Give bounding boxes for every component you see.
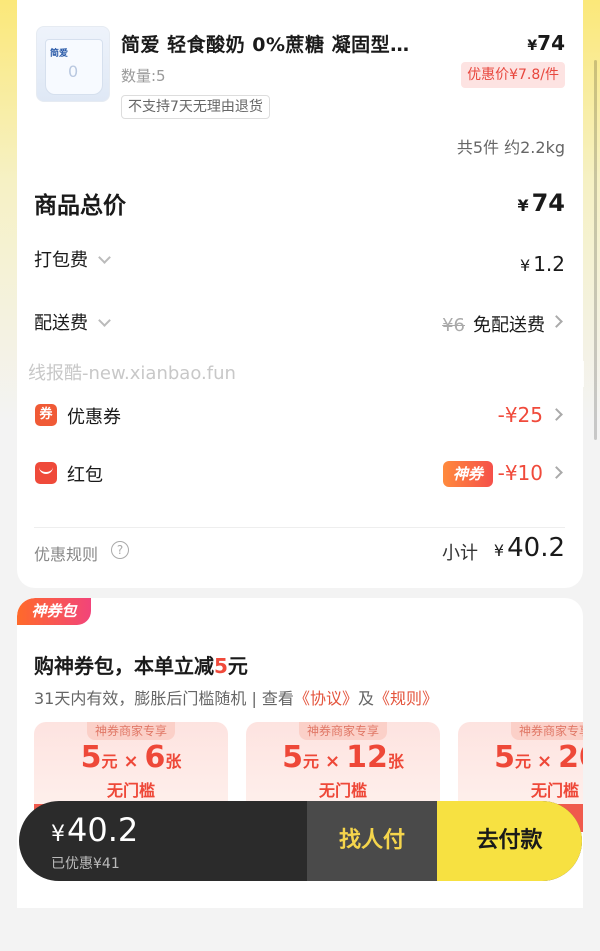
currency-symbol: ¥: [520, 256, 531, 275]
free-delivery-label: 免配送费: [473, 315, 545, 336]
voucher-count: 12: [346, 740, 388, 775]
chevron-right-icon[interactable]: [550, 315, 563, 328]
product-quantity: 数量:5: [121, 67, 166, 85]
voucher-count-unit: 张: [165, 752, 182, 771]
bundle-desc-text: 31天内有效，膨胀后门槛随机 | 查看: [34, 689, 294, 708]
voucher-tag: 神券商家专享: [298, 722, 388, 740]
agreement-link[interactable]: 《协议》: [294, 689, 358, 708]
packing-fee-value: ¥1.2: [520, 252, 565, 276]
discount-price-badge: 优惠价¥7.8/件: [461, 62, 565, 88]
multiply-sign: ×: [325, 751, 341, 772]
coupon-value[interactable]: -¥25: [498, 403, 543, 427]
packing-fee-row[interactable]: 打包费: [34, 246, 111, 272]
watermark: 线报酷-new.xianbao.fun: [24, 361, 584, 387]
multiply-sign: ×: [123, 751, 139, 772]
coupon-bundle-title: 购神券包，本单立减5元: [34, 650, 248, 679]
voucher-threshold: 无门槛: [318, 781, 367, 800]
currency-symbol: ¥: [51, 822, 65, 847]
delivery-fee-row[interactable]: 配送费: [34, 309, 111, 335]
voucher-unit: 元: [515, 752, 532, 771]
multiply-sign: ×: [537, 751, 553, 772]
product-title[interactable]: 简爱 轻食酸奶 0%蔗糖 凝固型酸奶: [121, 30, 421, 57]
scrollbar[interactable]: [594, 60, 597, 440]
subtotal-value: ¥40.2: [494, 533, 565, 563]
voucher-value: 5: [80, 740, 102, 775]
product-image[interactable]: 简爱 0: [36, 26, 110, 102]
voucher-count: 6: [144, 740, 166, 775]
super-coupon-badge: 神券: [443, 461, 493, 487]
ask-friend-pay-button[interactable]: 找人付: [307, 801, 437, 881]
voucher-tag: 神券商家专享: [86, 722, 176, 740]
currency-symbol: ¥: [517, 196, 529, 215]
goods-total-label: 商品总价: [34, 193, 126, 219]
red-packet-label[interactable]: 红包: [67, 461, 103, 487]
voucher-amount: 5元 × 6张: [34, 740, 228, 775]
coupon-icon: 券: [35, 404, 57, 426]
pay-button[interactable]: 去付款: [437, 801, 582, 881]
packing-fee-number: 1.2: [533, 252, 565, 276]
currency-symbol: ¥: [493, 541, 505, 560]
currency-symbol: ¥: [527, 38, 538, 54]
bundle-title-unit: 元: [227, 654, 248, 678]
rules-link[interactable]: 《规则》: [374, 689, 438, 708]
voucher-count-unit: 张: [387, 752, 404, 771]
bundle-title-amount: 5: [214, 654, 228, 678]
coupon-bundle-tag: 神券包: [17, 598, 91, 625]
payment-bar: ¥40.2 已优惠¥41 找人付 去付款: [19, 801, 582, 881]
voucher-tag: 神券商家专享: [510, 722, 583, 740]
chevron-down-icon[interactable]: [98, 314, 111, 327]
item-summary: 共5件 约2.2kg: [456, 138, 565, 157]
divider: [34, 527, 565, 528]
subtotal-number: 40.2: [507, 533, 565, 563]
voucher-count: 20: [558, 740, 583, 775]
voucher-threshold: 无门槛: [530, 781, 579, 800]
product-price: ¥74: [527, 31, 565, 55]
voucher-threshold: 无门槛: [106, 781, 155, 800]
payment-saved-amount: 已优惠¥41: [51, 856, 120, 872]
product-price-value: 74: [537, 31, 565, 55]
product-zero-mark: 0: [68, 62, 79, 81]
product-brand-mark: 简爱: [50, 49, 69, 59]
goods-total-value: ¥74: [517, 189, 565, 217]
goods-total-number: 74: [531, 189, 565, 217]
voucher-value: 5: [494, 740, 515, 775]
bundle-title-text: 购神券包，本单立减: [34, 654, 214, 678]
delivery-fee-original: ¥6: [442, 315, 465, 336]
order-summary-card: 简爱 0 简爱 轻食酸奶 0%蔗糖 凝固型酸奶 数量:5 不支持7天无理由退货 …: [17, 0, 583, 588]
packing-fee-label: 打包费: [34, 250, 88, 271]
subtotal-label: 小计: [442, 543, 478, 564]
red-packet-value[interactable]: -¥10: [498, 461, 543, 485]
discount-rules-label[interactable]: 优惠规则: [34, 541, 98, 565]
chevron-down-icon[interactable]: [98, 251, 111, 264]
voucher-unit: 元: [303, 752, 320, 771]
voucher-unit: 元: [101, 752, 118, 771]
coupon-bundle-description: 31天内有效，膨胀后门槛随机 | 查看《协议》及《规则》: [34, 685, 438, 709]
bundle-desc-and: 及: [357, 689, 374, 708]
voucher-amount: 5元×20张: [458, 740, 583, 775]
delivery-fee-value[interactable]: ¥6 免配送费: [442, 311, 545, 337]
no-return-badge: 不支持7天无理由退货: [121, 95, 270, 119]
delivery-fee-label: 配送费: [34, 313, 88, 334]
voucher-value: 5: [282, 740, 303, 775]
help-icon[interactable]: ?: [111, 541, 129, 559]
red-packet-icon: [35, 462, 57, 484]
payment-total-number: 40.2: [67, 811, 139, 849]
payment-total: ¥40.2: [51, 811, 138, 849]
coupon-label[interactable]: 优惠券: [67, 403, 121, 429]
chevron-right-icon[interactable]: [550, 466, 563, 479]
voucher-amount: 5元 × 12张: [246, 740, 440, 775]
yogurt-cup-icon: 简爱 0: [45, 39, 103, 95]
chevron-right-icon[interactable]: [550, 408, 563, 421]
